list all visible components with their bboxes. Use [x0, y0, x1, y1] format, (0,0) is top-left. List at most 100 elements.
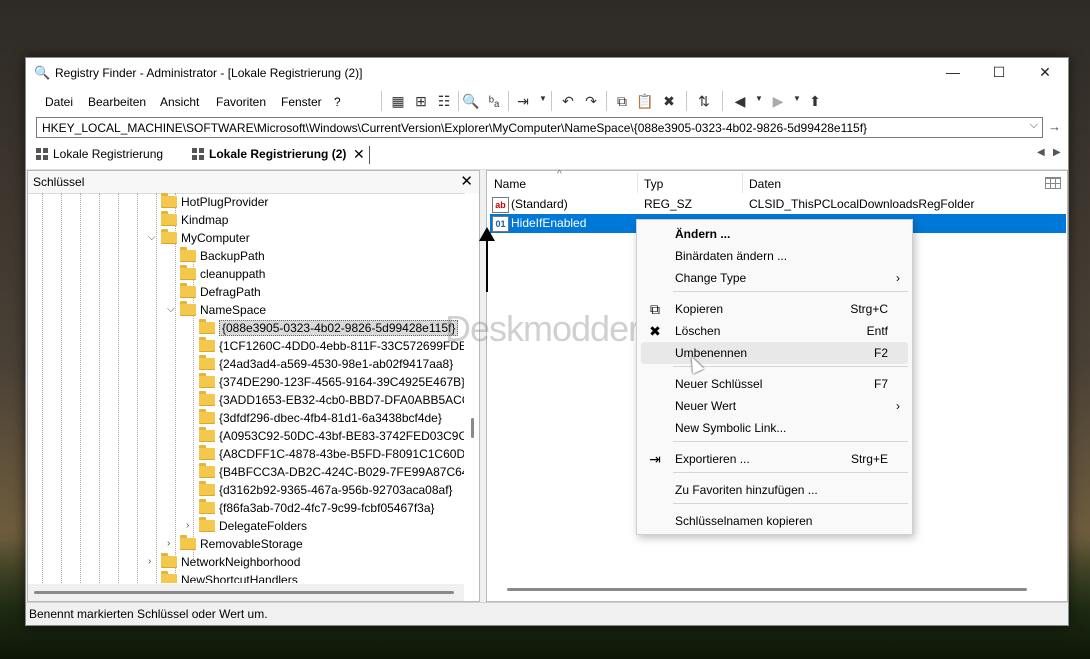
context-menu-item[interactable]: ⇥ Exportieren ... Strg+E: [637, 448, 912, 470]
tree-node[interactable]: {f86fa3ab-70d2-4fc7-9c99-fcbf05467f3a}: [199, 499, 435, 517]
tree-node[interactable]: {3dfdf296-dbec-4fb4-81d1-6a3438bcf4de}: [199, 409, 442, 427]
folder-icon: [161, 193, 177, 208]
list-view-icon[interactable]: ☷: [435, 92, 453, 110]
menu-fenster[interactable]: Fenster: [281, 95, 322, 109]
context-menu: Ändern ... Binärdaten ändern ... Change Ty…: [636, 219, 913, 535]
column-type[interactable]: Typ: [644, 177, 663, 191]
export-dropdown-icon[interactable]: ▼: [539, 94, 547, 103]
collapse-arrow-icon[interactable]: ⌵: [148, 232, 156, 243]
tree-node[interactable]: DefragPath: [180, 283, 261, 301]
forward-icon[interactable]: ▶: [769, 92, 787, 110]
expand-arrow-icon[interactable]: ›: [167, 538, 170, 549]
shortcut-label: F7: [873, 377, 888, 391]
vertical-scrollbar[interactable]: [465, 193, 479, 601]
toolbar-separator: [722, 91, 723, 111]
context-menu-item[interactable]: ⧉ Kopieren Strg+C: [637, 298, 912, 320]
menu-favoriten[interactable]: Favoriten: [216, 95, 266, 109]
shortcut-label: Strg+E: [850, 452, 888, 466]
tree-node[interactable]: HotPlugProvider: [161, 193, 268, 211]
tree-node-label: DefragPath: [200, 285, 261, 299]
tab-scroll-right-icon[interactable]: ▶: [1053, 147, 1061, 158]
grid-view-icon[interactable]: ▦: [389, 92, 407, 110]
tree-node[interactable]: Kindmap: [161, 211, 228, 229]
close-icon[interactable]: ✕: [460, 172, 473, 190]
title-bar[interactable]: 🔍 Registry Finder - Administrator - [Lok…: [26, 58, 1068, 87]
copy-icon[interactable]: ⧉: [613, 92, 631, 110]
close-button[interactable]: ✕: [1022, 58, 1068, 87]
refresh-icon[interactable]: ⇅: [695, 92, 713, 110]
column-divider[interactable]: [637, 173, 638, 193]
context-menu-item[interactable]: Zu Favoriten hinzufügen ...: [637, 479, 912, 501]
status-text: Benennt markierten Schlüssel oder Wert u…: [29, 607, 268, 621]
column-divider[interactable]: [742, 173, 743, 193]
redo-icon[interactable]: ↷: [582, 92, 600, 110]
context-menu-item[interactable]: ✖ Löschen Entf: [637, 320, 912, 342]
tree-node[interactable]: MyComputer: [161, 229, 250, 247]
context-menu-item[interactable]: Umbenennen F2: [641, 342, 908, 364]
column-name[interactable]: Name: [494, 177, 526, 191]
tab-scroll-left-icon[interactable]: ◀: [1037, 147, 1045, 158]
network-icon[interactable]: ⊞: [412, 92, 430, 110]
tree-node[interactable]: {3ADD1653-EB32-4cb0-BBD7-DFA0ABB5ACCA}: [199, 391, 464, 409]
tree-node[interactable]: {B4BFCC3A-DB2C-424C-B029-7FE99A87C641}: [199, 463, 464, 481]
tree-node[interactable]: NewShortcutHandlers: [161, 571, 298, 583]
context-menu-item[interactable]: New Symbolic Link...: [637, 417, 912, 439]
context-menu-item[interactable]: Neuer Wert ›: [637, 395, 912, 417]
maximize-button[interactable]: ☐: [976, 58, 1022, 87]
expand-arrow-icon[interactable]: ›: [186, 520, 189, 531]
address-row: HKEY_LOCAL_MACHINE\SOFTWARE\Microsoft\Wi…: [26, 115, 1068, 141]
scroll-thumb[interactable]: [34, 591, 454, 594]
tab-lokale-registrierung[interactable]: Lokale Registrierung: [36, 147, 163, 161]
menu-datei[interactable]: Datei: [45, 95, 73, 109]
delete-icon[interactable]: ✖: [660, 92, 678, 110]
tab-close-icon[interactable]: ✕: [353, 146, 365, 163]
context-menu-item[interactable]: Change Type ›: [637, 267, 912, 289]
back-dropdown-icon[interactable]: ▼: [755, 94, 763, 103]
column-chooser-icon[interactable]: [1045, 177, 1061, 189]
value-row[interactable]: ab (Standard) REG_SZ CLSID_ThisPCLocalDo…: [490, 195, 1066, 214]
tree-node-selected[interactable]: {088e3905-0323-4b02-9826-5d99428e115f}: [199, 319, 459, 337]
up-icon[interactable]: ⬆: [806, 92, 824, 110]
context-menu-item[interactable]: Ändern ...: [637, 223, 912, 245]
tree-node[interactable]: {d3162b92-9365-467a-956b-92703aca08af}: [199, 481, 453, 499]
tree-node[interactable]: cleanuppath: [180, 265, 265, 283]
context-menu-item[interactable]: Binärdaten ändern ...: [637, 245, 912, 267]
submenu-arrow-icon: ›: [896, 271, 900, 285]
replace-icon[interactable]: ᵇₐ: [485, 92, 503, 110]
address-field[interactable]: HKEY_LOCAL_MACHINE\SOFTWARE\Microsoft\Wi…: [36, 117, 1043, 138]
tree-node[interactable]: DelegateFolders: [199, 517, 307, 535]
tree-node[interactable]: {374DE290-123F-4565-9164-39C4925E467B}: [199, 373, 464, 391]
export-icon[interactable]: ⇥: [514, 92, 532, 110]
expand-arrow-icon[interactable]: ›: [148, 556, 151, 567]
undo-icon[interactable]: ↶: [559, 92, 577, 110]
back-icon[interactable]: ◀: [731, 92, 749, 110]
tree-node[interactable]: {1CF1260C-4DD0-4ebb-811F-33C572699FDE}: [199, 337, 464, 355]
scroll-thumb[interactable]: [471, 418, 474, 438]
tree-node[interactable]: BackupPath: [180, 247, 265, 265]
collapse-arrow-icon[interactable]: ⌵: [167, 304, 175, 315]
horizontal-scrollbar[interactable]: [507, 588, 1027, 591]
tree-node[interactable]: {24ad3ad4-a569-4530-98e1-ab02f9417aa8}: [199, 355, 453, 373]
horizontal-scrollbar[interactable]: [28, 584, 464, 601]
column-data[interactable]: Daten: [749, 177, 781, 191]
tree-node[interactable]: RemovableStorage: [180, 535, 303, 553]
tree-node[interactable]: {A0953C92-50DC-43bf-BE83-3742FED03C9C}: [199, 427, 464, 445]
app-magnifier-icon: 🔍: [34, 65, 51, 80]
tree-node[interactable]: NetworkNeighborhood: [161, 553, 300, 571]
tree-node[interactable]: NameSpace: [180, 301, 266, 319]
forward-dropdown-icon[interactable]: ▼: [793, 94, 801, 103]
chevron-down-icon[interactable]: ⌵: [1030, 119, 1038, 132]
menu-help[interactable]: ?: [334, 95, 341, 109]
tab-lokale-registrierung-2[interactable]: Lokale Registrierung (2): [192, 147, 346, 161]
find-icon[interactable]: 🔍: [462, 92, 480, 110]
menu-bearbeiten[interactable]: Bearbeiten: [88, 95, 146, 109]
toolbar-separator: [686, 91, 687, 111]
menu-ansicht[interactable]: Ansicht: [160, 95, 199, 109]
tree-node[interactable]: {A8CDFF1C-4878-43be-B5FD-F8091C1C60D0}: [199, 445, 464, 463]
context-menu-item[interactable]: Schlüsselnamen kopieren: [637, 510, 912, 532]
minimize-button[interactable]: —: [930, 58, 976, 87]
go-arrow-icon[interactable]: →: [1048, 119, 1061, 134]
toolbar-separator: [551, 91, 552, 111]
paste-icon[interactable]: 📋: [636, 92, 654, 110]
context-menu-item[interactable]: Neuer Schlüssel F7: [637, 373, 912, 395]
